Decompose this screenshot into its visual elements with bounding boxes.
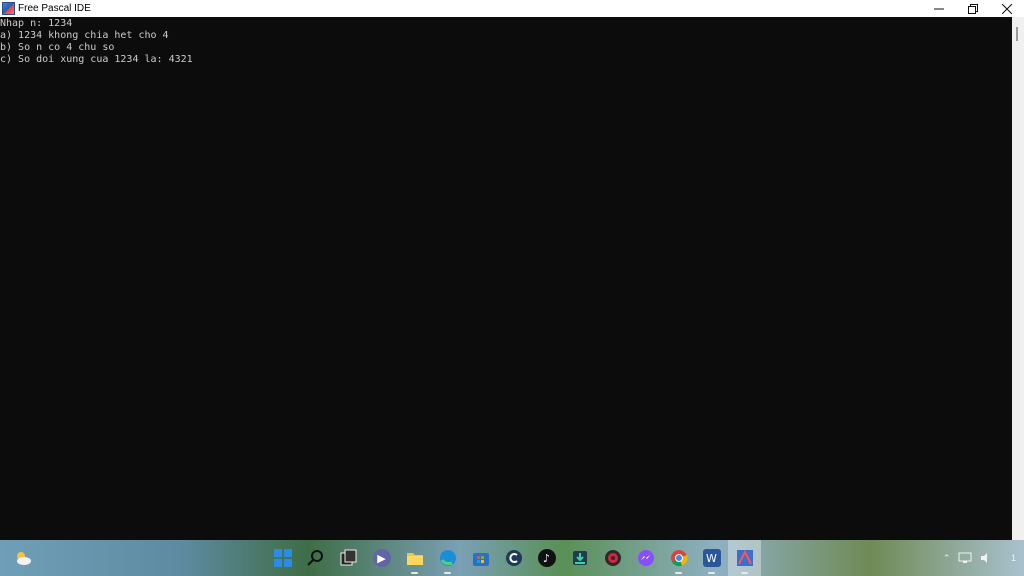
free-pascal-app-icon <box>2 2 15 15</box>
download-app-icon <box>572 551 587 565</box>
folder-icon <box>406 553 423 565</box>
restore-button[interactable] <box>956 0 990 17</box>
ccleaner-button[interactable] <box>497 540 530 576</box>
close-button[interactable] <box>990 0 1024 17</box>
tiktok-icon: ♪ <box>537 549 556 567</box>
app-button[interactable] <box>563 540 596 576</box>
clock[interactable] <box>1000 547 1003 569</box>
console-line: Nhap n: 1234 <box>0 18 73 29</box>
word-icon: W <box>702 549 721 567</box>
system-tray: ⌃ 1 <box>894 540 1024 576</box>
edge-button[interactable] <box>431 540 464 576</box>
weather-icon <box>17 552 31 565</box>
store-button[interactable] <box>464 540 497 576</box>
resolve-icon <box>604 550 621 566</box>
clock-date <box>1000 558 1003 569</box>
chrome-button[interactable] <box>662 540 695 576</box>
chrome-icon <box>670 550 688 567</box>
file-explorer-button[interactable] <box>398 540 431 576</box>
task-view-button[interactable] <box>332 540 365 576</box>
messenger-button[interactable] <box>629 540 662 576</box>
start-button[interactable] <box>266 540 299 576</box>
clock-time <box>1000 547 1003 558</box>
scrollbar-thumb[interactable] <box>1016 27 1018 41</box>
windows-icon <box>273 549 292 567</box>
volume-icon[interactable] <box>980 552 992 564</box>
davinci-button[interactable] <box>596 540 629 576</box>
window-controls <box>922 0 1024 17</box>
minimize-button[interactable] <box>922 0 956 17</box>
title-bar[interactable]: Free Pascal IDE <box>0 0 1024 17</box>
taskbar: ▶ ♪ W ⌃ 1 <box>0 540 1024 576</box>
notification-badge[interactable]: 1 <box>1011 553 1016 563</box>
vertical-scrollbar[interactable] <box>1012 17 1024 540</box>
console-line: a) 1234 khong chia het cho 4 <box>0 30 169 41</box>
task-view-icon <box>340 549 356 566</box>
word-button[interactable]: W <box>695 540 728 576</box>
search-icon <box>306 550 323 566</box>
close-icon <box>1002 3 1012 14</box>
chevron-up-icon[interactable]: ⌃ <box>943 553 951 564</box>
search-button[interactable] <box>299 540 332 576</box>
network-icon[interactable] <box>958 552 972 564</box>
free-pascal-button[interactable] <box>728 540 761 576</box>
free-pascal-icon <box>736 549 753 566</box>
window-title: Free Pascal IDE <box>18 3 91 14</box>
console-output[interactable]: Nhap n: 1234 a) 1234 khong chia het cho … <box>0 17 1012 540</box>
console-line: c) So doi xung cua 1234 la: 4321 <box>0 54 193 65</box>
c-circle-icon <box>505 550 522 566</box>
store-icon <box>472 553 489 566</box>
restore-icon <box>968 3 978 14</box>
video-chat-icon: ▶ <box>372 549 391 567</box>
teams-chat-button[interactable]: ▶ <box>365 540 398 576</box>
messenger-icon <box>637 550 654 566</box>
console-line: b) So n co 4 chu so <box>0 42 115 53</box>
edge-icon <box>439 550 456 566</box>
minimize-icon <box>934 8 944 9</box>
taskbar-icons: ▶ ♪ W <box>266 540 761 576</box>
weather-widget[interactable] <box>14 549 32 567</box>
tiktok-button[interactable]: ♪ <box>530 540 563 576</box>
